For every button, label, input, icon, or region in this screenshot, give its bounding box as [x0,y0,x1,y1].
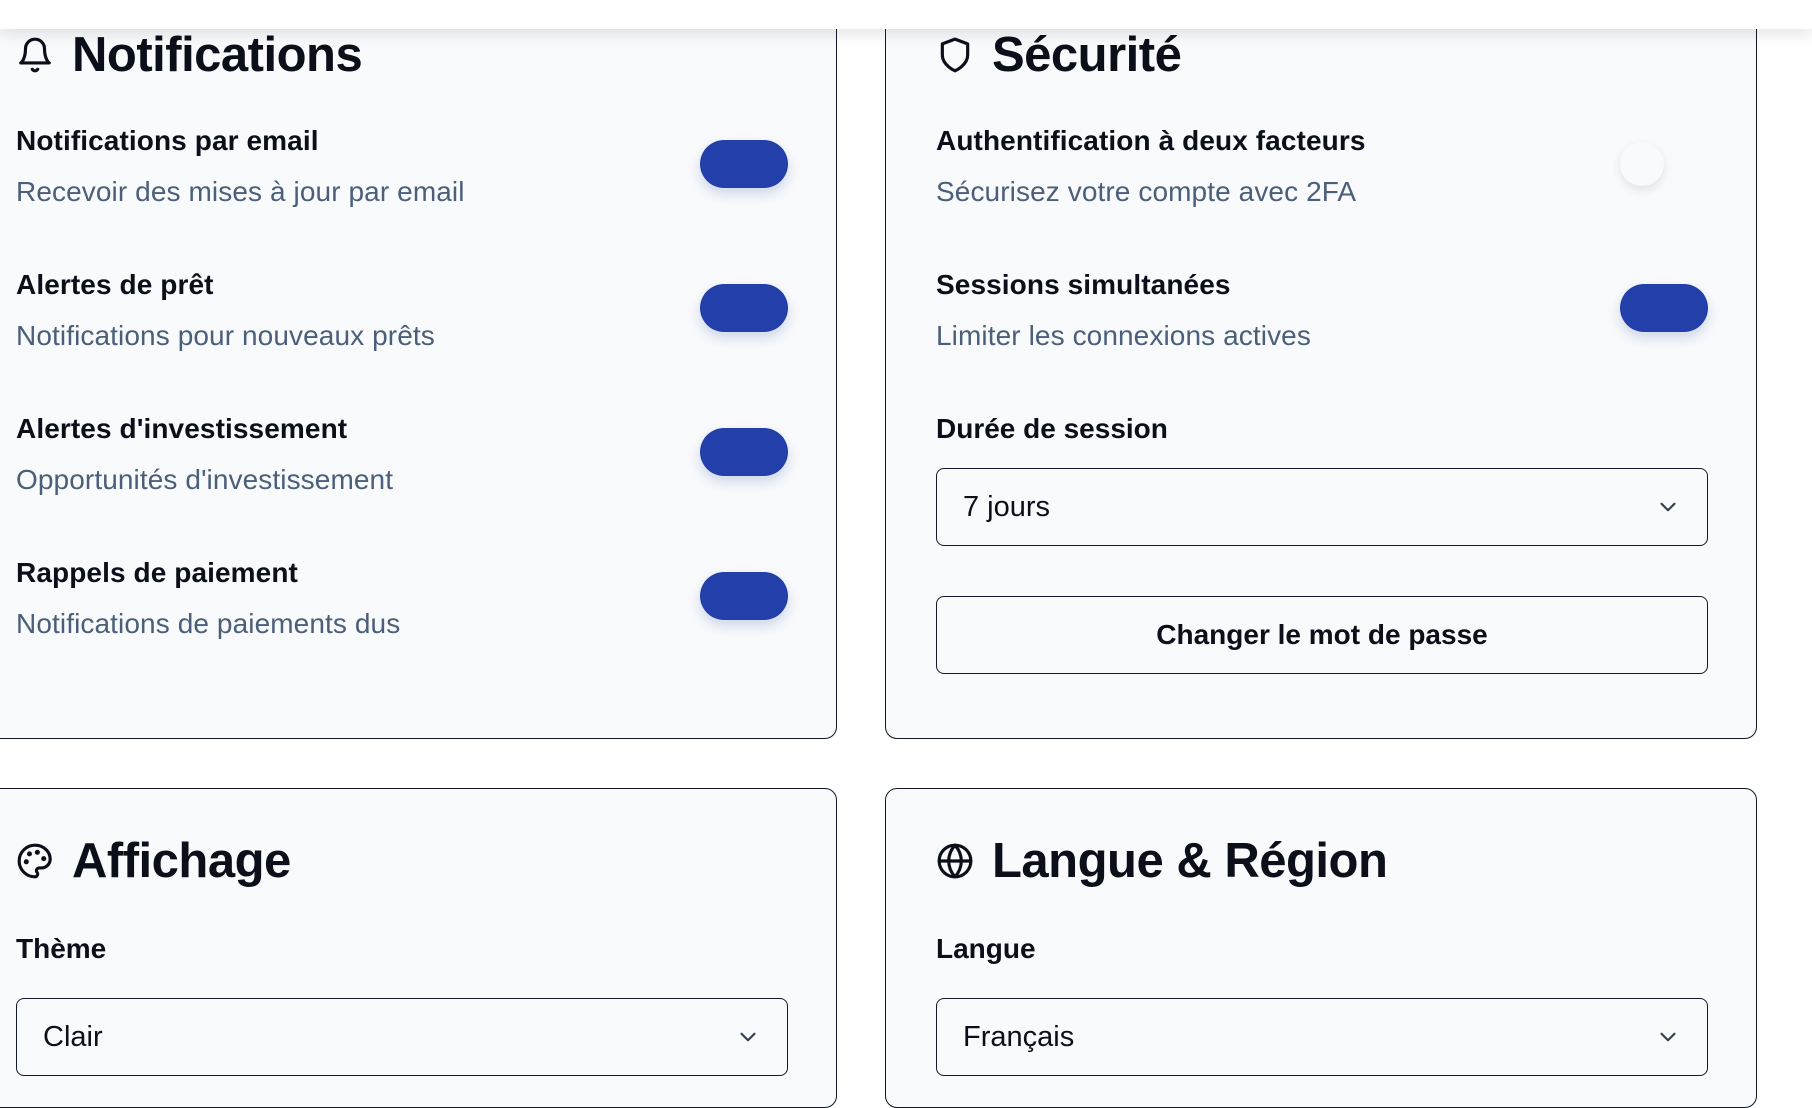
display-title: Affichage [72,834,291,888]
loan-alerts-toggle[interactable] [700,284,788,332]
two-factor-description: Sécurisez votre compte avec 2FA [936,176,1357,207]
theme-value: Clair [43,1020,103,1053]
notifications-card: Notifications Notifications par email Re… [0,0,837,739]
two-factor-toggle[interactable] [1620,142,1664,186]
chevron-down-icon [740,1032,756,1042]
loan-alerts-title: Alertes de prêt [16,269,214,300]
display-heading: Affichage [16,833,291,889]
concurrent-sessions-description: Limiter les connexions actives [936,320,1311,351]
payment-reminders-toggle[interactable] [700,572,788,620]
language-label: Langue [936,933,1036,964]
investment-alerts-description: Opportunités d'investissement [16,464,394,495]
investment-alerts-title: Alertes d'investissement [16,413,348,444]
payment-reminders-title: Rappels de paiement [16,557,298,588]
shield-icon [936,36,974,74]
language-card: Langue & Région Langue Français [885,788,1757,1108]
payment-reminders-description: Notifications de paiements dus [16,608,401,639]
change-password-button[interactable]: Changer le mot de passe [936,596,1708,674]
chevron-down-icon [1660,1032,1676,1042]
email-notifications-toggle[interactable] [700,140,788,188]
palette-icon [16,842,54,880]
language-value: Français [963,1020,1075,1053]
session-duration-select[interactable]: 7 jours [936,468,1708,546]
theme-label: Thème [16,933,107,964]
session-duration-label: Durée de session [936,413,1168,444]
two-factor-title: Authentification à deux facteurs [936,125,1366,156]
session-duration-value: 7 jours [963,490,1051,523]
language-title: Langue & Région [992,834,1388,888]
notifications-title: Notifications [72,28,363,82]
bell-icon [16,36,54,74]
concurrent-sessions-toggle[interactable] [1620,284,1708,332]
security-card: Sécurité Authentification à deux facteur… [885,0,1757,739]
language-select[interactable]: Français [936,998,1708,1076]
concurrent-sessions-title: Sessions simultanées [936,269,1231,300]
chevron-down-icon [1660,502,1676,512]
loan-alerts-description: Notifications pour nouveaux prêts [16,320,435,351]
email-notifications-description: Recevoir des mises à jour par email [16,176,465,207]
security-heading: Sécurité [936,27,1182,83]
globe-icon [936,842,974,880]
language-heading: Langue & Région [936,833,1388,889]
top-bar [0,0,1812,29]
notifications-heading: Notifications [16,27,363,83]
investment-alerts-toggle[interactable] [700,428,788,476]
theme-select[interactable]: Clair [16,998,788,1076]
security-title: Sécurité [992,28,1182,82]
email-notifications-title: Notifications par email [16,125,319,156]
display-card: Affichage Thème Clair [0,788,837,1108]
